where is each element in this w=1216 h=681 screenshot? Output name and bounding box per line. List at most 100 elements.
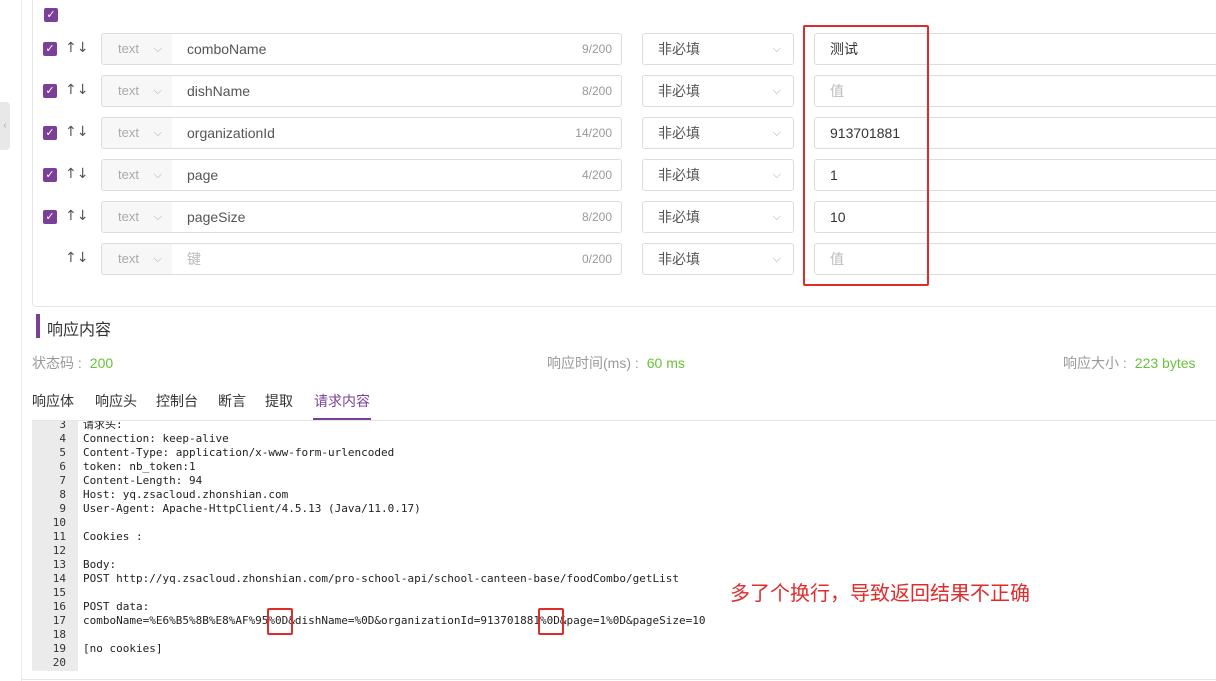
row-checkbox[interactable]: ✓ bbox=[43, 210, 57, 224]
type-select-value: text bbox=[118, 209, 139, 224]
type-select-value: text bbox=[118, 83, 139, 98]
char-count: 8/200 bbox=[581, 210, 612, 224]
newline-highlight-box-2 bbox=[538, 608, 564, 635]
code-text: POST http://yq.zsacloud.zhonshian.com/pr… bbox=[83, 572, 680, 585]
line-number: 3 bbox=[59, 421, 66, 431]
row-checkbox[interactable]: ✓ bbox=[43, 126, 57, 140]
code-text: Cookies : bbox=[83, 530, 143, 543]
line-number: 19 bbox=[52, 642, 66, 655]
code-text: Body: bbox=[83, 558, 117, 571]
chevron-down-icon: ⌵ bbox=[153, 168, 162, 181]
param-key-text: page bbox=[187, 167, 219, 183]
response-time-value: 60 ms bbox=[646, 355, 685, 371]
param-key-text: 键 bbox=[187, 251, 201, 267]
line-number: 10 bbox=[52, 516, 66, 529]
param-key-input[interactable]: comboName 9/200 bbox=[172, 33, 622, 65]
line-number: 5 bbox=[59, 446, 66, 459]
row-checkbox[interactable]: ✓ bbox=[43, 84, 57, 98]
line-number: 6 bbox=[59, 460, 66, 473]
required-select[interactable]: 非必填 ⌵ bbox=[642, 201, 794, 233]
line-number: 4 bbox=[59, 432, 66, 445]
tab-extract[interactable]: 提取 bbox=[265, 391, 293, 411]
chevron-down-icon: ⌵ bbox=[772, 42, 781, 55]
line-number: 8 bbox=[59, 488, 66, 501]
chevron-down-icon: ⌵ bbox=[153, 126, 162, 139]
tab-request-content[interactable]: 请求内容 bbox=[314, 391, 370, 411]
line-number: 20 bbox=[52, 656, 66, 669]
required-select[interactable]: 非必填 ⌵ bbox=[642, 117, 794, 149]
type-select-value: text bbox=[118, 167, 139, 182]
sort-arrows-icon[interactable]: ↑↓ bbox=[65, 124, 88, 140]
sort-arrows-icon[interactable]: ↑↓ bbox=[65, 82, 88, 98]
required-select-value: 非必填 bbox=[658, 251, 700, 267]
param-key-input[interactable]: organizationId 14/200 bbox=[172, 117, 622, 149]
type-select[interactable]: text ⌵ bbox=[101, 75, 173, 107]
row-checkbox[interactable]: ✓ bbox=[43, 42, 57, 56]
code-text: Content-Type: application/x-www-form-url… bbox=[83, 446, 395, 459]
chevron-down-icon: ⌵ bbox=[772, 126, 781, 139]
type-select[interactable]: text ⌵ bbox=[101, 159, 173, 191]
line-number: 16 bbox=[52, 600, 66, 613]
sort-arrows-icon[interactable]: ↑↓ bbox=[65, 208, 88, 224]
param-key-input[interactable]: pageSize 8/200 bbox=[172, 201, 622, 233]
char-count: 9/200 bbox=[581, 42, 612, 56]
code-text: User-Agent: Apache-HttpClient/4.5.13 (Ja… bbox=[83, 502, 421, 515]
required-select-value: 非必填 bbox=[658, 167, 700, 183]
code-text: Connection: keep-alive bbox=[83, 432, 229, 445]
tab-response-headers[interactable]: 响应头 bbox=[95, 391, 137, 411]
param-key-input[interactable]: dishName 8/200 bbox=[172, 75, 622, 107]
status-code-label: 状态码 : bbox=[32, 355, 82, 371]
status-code: 状态码 : 200 bbox=[32, 353, 113, 373]
line-number: 9 bbox=[59, 502, 66, 515]
request-content-viewer[interactable]: 3 请求头: 4 Connection: keep-alive 5 Content-Typ… bbox=[32, 421, 1216, 671]
required-select[interactable]: 非必填 ⌵ bbox=[642, 159, 794, 191]
type-select[interactable]: text ⌵ bbox=[101, 243, 173, 275]
line-number: 11 bbox=[52, 530, 66, 543]
tab-console[interactable]: 控制台 bbox=[156, 391, 198, 411]
chevron-down-icon: ⌵ bbox=[772, 168, 781, 181]
chevron-down-icon: ⌵ bbox=[772, 84, 781, 97]
select-all-checkbox[interactable]: ✓ bbox=[44, 8, 58, 22]
value-highlight-box bbox=[803, 25, 929, 286]
line-number: 7 bbox=[59, 474, 66, 487]
line-number: 18 bbox=[52, 628, 66, 641]
type-select[interactable]: text ⌵ bbox=[101, 201, 173, 233]
tab-assertions[interactable]: 断言 bbox=[218, 391, 246, 411]
chevron-down-icon: ⌵ bbox=[153, 84, 162, 97]
code-text: token: nb_token:1 bbox=[83, 460, 196, 473]
response-size: 响应大小 : 223 bytes bbox=[1063, 353, 1196, 373]
chevron-left-icon[interactable]: ‹ bbox=[0, 102, 10, 150]
type-select[interactable]: text ⌵ bbox=[101, 117, 173, 149]
line-number: 15 bbox=[52, 586, 66, 599]
response-section-title: 响应内容 bbox=[47, 322, 112, 339]
newline-highlight-box-1 bbox=[267, 608, 293, 635]
required-select[interactable]: 非必填 ⌵ bbox=[642, 33, 794, 65]
sort-arrows-icon[interactable]: ↑↓ bbox=[65, 166, 88, 182]
required-select-value: 非必填 bbox=[658, 125, 700, 141]
char-count: 0/200 bbox=[581, 252, 612, 266]
code-text: Host: yq.zsacloud.zhonshian.com bbox=[83, 488, 289, 501]
row-checkbox[interactable]: ✓ bbox=[43, 168, 57, 182]
line-number: 14 bbox=[52, 572, 66, 585]
required-select[interactable]: 非必填 ⌵ bbox=[642, 243, 794, 275]
type-select[interactable]: text ⌵ bbox=[101, 33, 173, 65]
sort-arrows-icon[interactable]: ↑↓ bbox=[65, 40, 88, 56]
param-key-text: dishName bbox=[187, 83, 251, 99]
required-select[interactable]: 非必填 ⌵ bbox=[642, 75, 794, 107]
response-time: 响应时间(ms) : 60 ms bbox=[547, 353, 685, 373]
status-code-value: 200 bbox=[89, 355, 114, 371]
param-key-text: pageSize bbox=[187, 209, 246, 225]
type-select-value: text bbox=[118, 41, 139, 56]
chevron-down-icon: ⌵ bbox=[153, 42, 162, 55]
param-key-input[interactable]: 键 0/200 bbox=[172, 243, 622, 275]
param-key-input[interactable]: page 4/200 bbox=[172, 159, 622, 191]
sort-arrows-icon[interactable]: ↑↓ bbox=[65, 250, 88, 266]
line-number: 13 bbox=[52, 558, 66, 571]
char-count: 8/200 bbox=[581, 84, 612, 98]
section-marker bbox=[36, 314, 40, 338]
param-key-text: organizationId bbox=[187, 125, 275, 141]
tab-response-body[interactable]: 响应体 bbox=[32, 391, 74, 411]
line-number: 12 bbox=[52, 544, 66, 557]
param-key-text: comboName bbox=[187, 41, 267, 57]
required-select-value: 非必填 bbox=[658, 83, 700, 99]
